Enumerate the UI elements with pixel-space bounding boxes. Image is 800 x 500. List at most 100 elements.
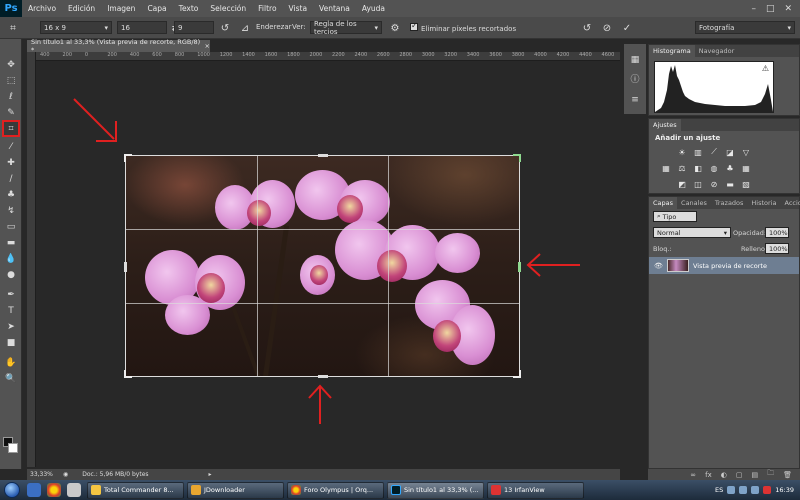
photo-filter-icon[interactable]: ◍ — [709, 163, 719, 173]
menu-seleccion[interactable]: Selección — [204, 4, 252, 13]
levels-icon[interactable]: ▥ — [693, 147, 703, 157]
explorer-quicklaunch-icon[interactable] — [27, 483, 41, 497]
status-info-icon[interactable]: ◉ — [63, 471, 68, 478]
tab-capas[interactable]: Capas — [649, 197, 678, 209]
volume-icon[interactable] — [751, 486, 760, 494]
menu-filtro[interactable]: Filtro — [252, 4, 282, 13]
clear-dimensions-icon[interactable]: ↺ — [218, 21, 232, 35]
marquee-tool-icon[interactable]: ⬚ — [3, 73, 19, 88]
vibrance-icon[interactable]: ▽ — [741, 147, 751, 157]
crop-handle-bottom-right[interactable] — [513, 370, 521, 378]
new-layer-icon[interactable]: 🗀 — [767, 469, 774, 480]
tray-alert-icon[interactable] — [763, 486, 772, 494]
color-lookup-icon[interactable]: ▦ — [741, 163, 751, 173]
curves-icon[interactable]: ⟋ — [709, 147, 719, 157]
zoom-level[interactable]: 33,33% — [27, 471, 57, 478]
brightness-icon[interactable]: ☀ — [677, 147, 687, 157]
ratio-preset-select[interactable]: 16 x 9 ▾ — [40, 21, 112, 34]
tab-canales[interactable]: Canales — [677, 197, 711, 209]
opacity-input[interactable]: 100% — [765, 227, 789, 238]
taskbar-item-foro-olympus[interactable]: Foro Olympus | Orq... — [287, 481, 384, 499]
menu-texto[interactable]: Texto — [173, 4, 205, 13]
status-menu-arrow-icon[interactable]: ▸ — [209, 471, 212, 478]
menu-archivo[interactable]: Archivo — [22, 4, 62, 13]
channel-mixer-icon[interactable]: ♣ — [725, 163, 735, 173]
properties-panel-icon[interactable]: ≡ — [629, 94, 641, 106]
history-brush-tool-icon[interactable]: ↯ — [3, 203, 19, 218]
zoom-tool-icon[interactable]: 🔍 — [3, 371, 19, 386]
posterize-icon[interactable]: ◫ — [693, 179, 703, 189]
healing-brush-tool-icon[interactable]: ✚ — [3, 155, 19, 170]
close-tab-icon[interactable]: × — [205, 42, 210, 50]
menu-ventana[interactable]: Ventana — [313, 4, 356, 13]
crop-width-input[interactable]: 16 — [117, 21, 167, 34]
taskbar-item-irfanview[interactable]: 13 IrfanView — [487, 481, 584, 499]
adjustment-layer-icon[interactable]: ◐ — [721, 471, 727, 479]
delete-cropped-pixels-checkbox[interactable]: Eliminar píxeles recortados — [410, 21, 516, 33]
quick-select-tool-icon[interactable]: ✎ — [3, 105, 19, 120]
crop-handle-right[interactable] — [518, 262, 521, 272]
chrome-quicklaunch-icon[interactable] — [47, 483, 61, 497]
cancel-crop-icon[interactable]: ⊘ — [600, 21, 614, 35]
type-tool-icon[interactable]: T — [3, 303, 19, 318]
tray-app-icon[interactable] — [727, 486, 736, 494]
layer-kind-filter[interactable]: ⌕ Tipo — [653, 211, 697, 222]
crop-frame[interactable] — [124, 154, 521, 378]
straighten-label[interactable]: Enderezar — [256, 23, 291, 31]
layer-name[interactable]: Vista previa de recorte — [693, 262, 767, 270]
reset-crop-icon[interactable]: ↺ — [580, 21, 594, 35]
menu-ayuda[interactable]: Ayuda — [356, 4, 391, 13]
shape-tool-icon[interactable]: ■ — [3, 335, 19, 350]
warning-icon[interactable]: ⚠ — [762, 64, 769, 73]
gear-icon[interactable]: ⚙ — [388, 21, 402, 35]
brush-tool-icon[interactable]: ∕ — [3, 171, 19, 186]
fill-input[interactable]: 100% — [765, 243, 789, 254]
tab-histograma[interactable]: Histograma — [649, 45, 695, 57]
dodge-tool-icon[interactable]: ● — [3, 267, 19, 282]
selective-color-icon[interactable]: ▧ — [741, 179, 751, 189]
crop-handle-bottom[interactable] — [318, 375, 328, 378]
tab-acciones[interactable]: Acciones — [781, 197, 800, 209]
path-select-tool-icon[interactable]: ➤ — [3, 319, 19, 334]
link-layers-icon[interactable]: ∞ — [690, 471, 696, 479]
gradient-tool-icon[interactable]: ▬ — [3, 235, 19, 250]
tab-historia[interactable]: Historia — [747, 197, 780, 209]
crop-handle-top-left[interactable] — [124, 154, 132, 162]
crop-handle-bottom-left[interactable] — [124, 370, 132, 378]
history-panel-icon[interactable]: ▦ — [629, 54, 641, 66]
blend-mode-select[interactable]: Normal ▾ — [653, 227, 731, 238]
eyedropper-tool-icon[interactable]: ⁄ — [3, 139, 19, 154]
crop-tool-preset-icon[interactable]: ⌗ — [6, 21, 20, 35]
pen-tool-icon[interactable]: ✒ — [3, 287, 19, 302]
clock[interactable]: 16:39 — [775, 486, 794, 494]
trash-icon[interactable]: 🗑 — [783, 471, 792, 479]
blur-tool-icon[interactable]: 💧 — [3, 251, 19, 266]
taskbar-item-photoshop[interactable]: Sin título1 al 33,3% (... — [387, 481, 484, 499]
eye-icon[interactable]: 👁 — [654, 262, 663, 270]
maximize-button[interactable]: □ — [766, 4, 775, 14]
tab-navegador[interactable]: Navegador — [695, 45, 739, 57]
menu-imagen[interactable]: Imagen — [101, 4, 141, 13]
crop-tool-icon[interactable]: ⌗ — [2, 120, 20, 137]
color-balance-icon[interactable]: ⚖ — [677, 163, 687, 173]
start-button[interactable] — [0, 480, 24, 500]
layer-style-icon[interactable]: fx — [705, 471, 712, 479]
straighten-icon[interactable]: ⊿ — [238, 21, 252, 35]
info-panel-icon[interactable]: ⓘ — [629, 72, 641, 85]
menu-vista[interactable]: Vista — [283, 4, 314, 13]
tab-ajustes[interactable]: Ajustes — [649, 119, 681, 131]
menu-capa[interactable]: Capa — [141, 4, 172, 13]
workspace-select[interactable]: Fotografía ▾ — [695, 21, 795, 34]
background-color-swatch[interactable] — [8, 443, 18, 453]
network-icon[interactable] — [739, 486, 748, 494]
close-button[interactable]: ✕ — [784, 4, 792, 14]
eraser-tool-icon[interactable]: ▭ — [3, 219, 19, 234]
hue-saturation-icon[interactable]: ▦ — [661, 163, 671, 173]
document-tab[interactable]: Sin título1 al 33,3% (Vista previa de re… — [27, 38, 210, 54]
invert-icon[interactable]: ◩ — [677, 179, 687, 189]
crop-handle-top-right[interactable] — [513, 154, 521, 162]
crop-height-input[interactable]: 9 — [174, 21, 214, 34]
black-white-icon[interactable]: ◧ — [693, 163, 703, 173]
overlay-view-select[interactable]: Regla de los tercios ▾ — [310, 20, 382, 36]
gradient-map-icon[interactable]: ▬ — [725, 179, 735, 189]
